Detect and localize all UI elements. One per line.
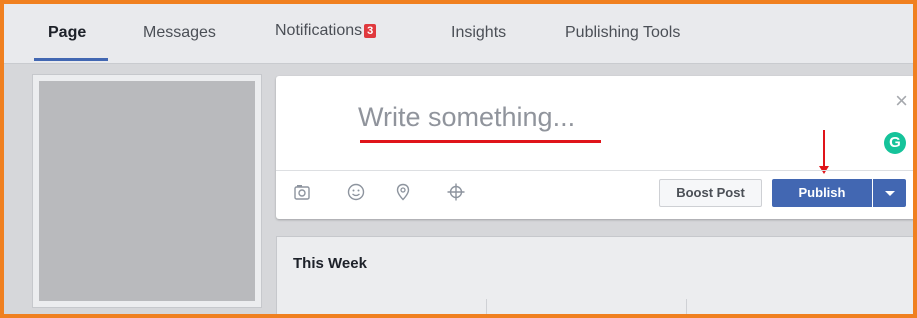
- this-week-column-divider: [486, 299, 487, 314]
- tab-messages-label: Messages: [143, 24, 216, 41]
- tab-page-label: Page: [48, 24, 87, 41]
- location-pin-icon[interactable]: [393, 182, 413, 202]
- write-something-input[interactable]: Write something...: [358, 102, 575, 133]
- tab-page[interactable]: Page: [48, 24, 86, 42]
- emoji-smiley-icon[interactable]: [346, 182, 366, 202]
- tab-publishing-tools[interactable]: Publishing Tools: [565, 24, 680, 42]
- screenshot-frame: Page Messages Notifications 3 Insights Pu…: [0, 0, 917, 318]
- annotation-arrow-line: [823, 130, 825, 168]
- publish-options-dropdown[interactable]: [873, 179, 906, 207]
- notifications-count-badge: 3: [364, 24, 377, 38]
- post-composer: Write something... × G Boost Post Publis…: [276, 76, 913, 219]
- this-week-card: This Week: [276, 236, 913, 314]
- publish-button[interactable]: Publish: [772, 179, 872, 207]
- this-week-column-divider: [686, 299, 687, 314]
- tab-publishing-tools-label: Publishing Tools: [565, 24, 681, 41]
- tab-notifications-label: Notifications: [275, 22, 363, 39]
- tab-insights-label: Insights: [451, 24, 507, 41]
- profile-image-placeholder: [39, 81, 255, 301]
- page-tab-bar: Page Messages Notifications 3 Insights Pu…: [4, 4, 913, 64]
- close-icon[interactable]: ×: [895, 90, 908, 112]
- tab-messages[interactable]: Messages: [143, 24, 216, 42]
- photo-camera-icon[interactable]: [292, 182, 312, 202]
- caret-down-icon: [885, 191, 895, 196]
- page-profile-card: [32, 74, 262, 308]
- tab-notifications[interactable]: Notifications 3: [275, 22, 377, 40]
- boost-post-button[interactable]: Boost Post: [659, 179, 762, 207]
- composer-divider: [276, 170, 913, 171]
- annotation-red-underline: [360, 140, 601, 143]
- tab-insights[interactable]: Insights: [451, 24, 506, 42]
- grammarly-icon[interactable]: G: [884, 132, 906, 154]
- target-crosshair-icon[interactable]: [446, 182, 466, 202]
- active-tab-indicator: [34, 58, 108, 61]
- this-week-title: This Week: [293, 255, 367, 272]
